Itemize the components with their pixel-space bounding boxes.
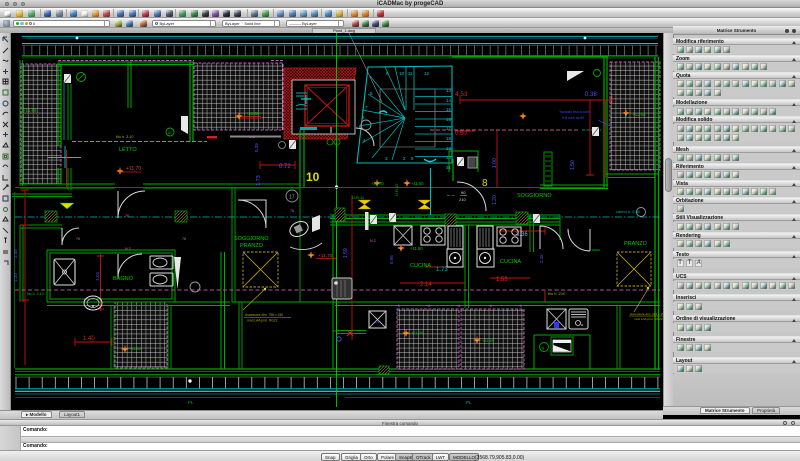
svg-text:+11.65: +11.65 [632,112,646,117]
svg-text:0.72: 0.72 [279,164,291,170]
svg-text:76: 76 [125,214,129,218]
svg-text:+11,70: +11,70 [126,166,141,172]
svg-text:11: 11 [408,71,413,76]
svg-text:N.2: N.2 [370,239,376,243]
svg-text:2.45: 2.45 [539,254,544,263]
svg-text:14: 14 [446,98,452,103]
svg-text:+6: +6 [456,304,460,308]
svg-text:LETTO: LETTO [119,147,137,153]
svg-text:8: 8 [482,178,488,189]
svg-text:14: 14 [375,320,379,324]
svg-text:+11,70: +11,70 [318,253,333,259]
svg-text:+11.68: +11.68 [23,108,37,113]
svg-text:Ascensore dim. 114 x 150: Ascensore dim. 114 x 150 [630,312,663,316]
svg-text:U.R.11: U.R.11 [352,195,365,200]
svg-text:10: 10 [399,71,405,76]
svg-text:15: 15 [168,131,172,135]
svg-text:1.01: 1.01 [95,271,101,281]
svg-text:210: 210 [459,197,466,202]
svg-text:filo h. 210: filo h. 210 [548,291,566,296]
svg-text:+11.65: +11.65 [482,338,495,343]
svg-text:2.49: 2.49 [13,249,18,258]
svg-text:1.20: 1.20 [13,273,18,282]
svg-text:18: 18 [446,136,452,141]
svg-text:0.38: 0.38 [585,92,597,98]
svg-text:4.53: 4.53 [455,91,468,98]
svg-text:+6: +6 [426,304,430,308]
svg-text:16: 16 [446,117,452,122]
svg-text:+11.65: +11.65 [411,330,424,335]
svg-text:B.2: B.2 [249,134,256,139]
svg-text:+6: +6 [518,304,522,308]
svg-text:PRANZO: PRANZO [240,243,264,249]
svg-text:PL: PL [188,400,194,405]
svg-text:0.60: 0.60 [455,131,467,137]
svg-text:1.20: 1.20 [492,195,498,205]
svg-text:1.53: 1.53 [496,277,508,283]
svg-text:filo h. 3.10: filo h. 3.10 [116,135,134,139]
svg-text:1.40: 1.40 [83,336,95,342]
svg-text:10: 10 [306,170,320,184]
svg-text:+11.68: +11.68 [246,111,260,116]
svg-text:76: 76 [76,237,80,241]
svg-text:13: 13 [446,88,452,93]
svg-text:0.39: 0.39 [254,143,259,152]
svg-text:1.50: 1.50 [570,160,576,170]
svg-text:mod LAA prot. RG22: mod LAA prot. RG22 [247,319,278,323]
svg-text:0.96: 0.96 [389,255,394,264]
svg-text:76: 76 [290,209,294,213]
svg-text:filo h. 2.10: filo h. 2.10 [27,292,44,296]
svg-text:1.73: 1.73 [256,175,262,186]
svg-text:1.00: 1.00 [492,158,498,168]
svg-text:Ascensore dim. 756 x 150: Ascensore dim. 756 x 150 [245,313,283,317]
svg-text:calmo h. 5.80: calmo h. 5.80 [616,209,641,214]
svg-text:90: 90 [461,190,466,195]
svg-text:+6: +6 [396,304,400,308]
svg-text:3.36: 3.36 [516,232,528,238]
svg-text:Tavolato fino a cont: Tavolato fino a cont [559,110,589,114]
svg-text:19: 19 [446,146,452,151]
svg-text:SOGGIORNO: SOGGIORNO [517,193,552,199]
svg-text:+11.65: +11.65 [129,346,142,351]
svg-text:il di luce as 90: il di luce as 90 [562,116,584,120]
svg-text:U.R.12: U.R.12 [394,183,399,196]
svg-text:76: 76 [182,237,186,241]
svg-text:SOGGIORNO: SOGGIORNO [234,236,269,242]
svg-text:BAGNO: BAGNO [113,276,134,282]
svg-text:mod LAA prot. RG22: mod LAA prot. RG22 [634,317,663,321]
svg-text:15: 15 [446,107,452,112]
svg-text:2.14: 2.14 [420,282,432,288]
svg-text:+11.50: +11.50 [410,246,423,251]
svg-text:1.73: 1.73 [436,267,448,273]
svg-text:+11.50: +11.50 [411,181,424,186]
svg-text:+6: +6 [488,304,492,308]
svg-text:CUCINA: CUCINA [410,263,431,269]
svg-text:12: 12 [424,71,430,76]
svg-text:N.2: N.2 [125,247,131,251]
svg-text:+11.70: +11.70 [371,181,384,186]
svg-text:PRANZO: PRANZO [624,241,648,247]
svg-text:17: 17 [289,195,295,201]
svg-text:CUCINA: CUCINA [500,259,521,265]
svg-text:PL: PL [466,400,472,405]
svg-text:1.59: 1.59 [343,248,349,258]
